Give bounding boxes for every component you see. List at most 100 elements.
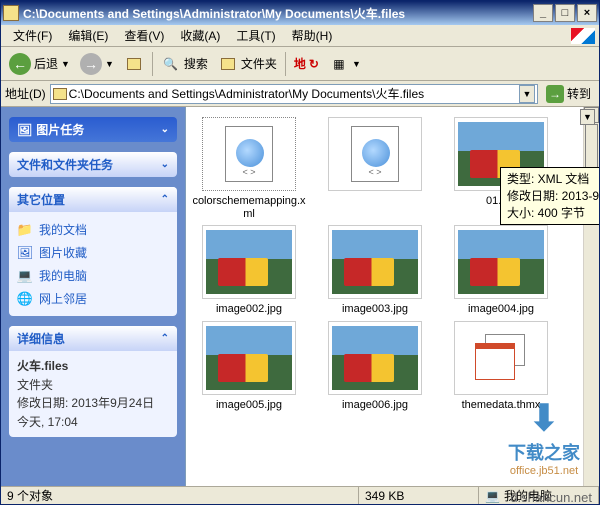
thumbnail <box>328 225 422 299</box>
menu-file[interactable]: 文件(F) <box>5 25 60 46</box>
thumbnail <box>454 225 548 299</box>
go-button[interactable]: → 转到 <box>542 83 595 105</box>
panel-header[interactable]: 文件和文件夹任务 ⌄ <box>9 152 177 177</box>
back-label: 后退 <box>34 55 58 72</box>
tooltip-type: 类型: XML 文档 <box>507 171 599 188</box>
train-icon <box>458 230 544 294</box>
file-item[interactable] <box>316 117 434 221</box>
maximize-button[interactable]: □ <box>555 4 575 22</box>
views-icon: ▦ <box>329 54 349 74</box>
file-item[interactable]: themedata.thmx <box>442 321 560 412</box>
folders-label: 文件夹 <box>241 55 277 72</box>
folders-icon <box>218 54 238 74</box>
forward-icon: → <box>80 53 102 75</box>
address-input[interactable] <box>69 87 517 101</box>
status-bar: 9 个对象 349 KB 💻 我的电脑 <box>1 486 599 504</box>
body: 🖼图片任务 ⌄ 文件和文件夹任务 ⌄ 其它位置 ⌃ 📁我的文档 🖼图片收藏 <box>1 107 599 486</box>
folders-button[interactable]: 文件夹 <box>214 52 281 76</box>
window-title: C:\Documents and Settings\Administrator\… <box>23 5 533 22</box>
computer-icon: 💻 <box>485 489 500 503</box>
tooltip-size: 大小: 400 字节 <box>507 205 599 222</box>
picture-icon: 🖼 <box>17 245 33 261</box>
panel-header[interactable]: 详细信息 ⌃ <box>9 326 177 351</box>
panel-picture-tasks: 🖼图片任务 ⌄ <box>9 117 177 142</box>
toolbar: ← 后退 ▼ → ▼ 🔍 搜索 文件夹 地↻ ▦ ▼ <box>1 47 599 81</box>
thumbnail <box>202 225 296 299</box>
vertical-scrollbar[interactable]: ▲ ▼ <box>583 107 599 486</box>
panel-other-places: 其它位置 ⌃ 📁我的文档 🖼图片收藏 💻我的电脑 🌐网上邻居 <box>9 187 177 316</box>
train-icon <box>206 326 292 390</box>
file-item[interactable]: image004.jpg <box>442 225 560 316</box>
panel-header[interactable]: 其它位置 ⌃ <box>9 187 177 212</box>
panel-title: 图片任务 <box>36 121 84 138</box>
file-name: image004.jpg <box>442 303 560 316</box>
xml-icon <box>351 126 399 182</box>
thumbnail <box>328 321 422 395</box>
menu-favorites[interactable]: 收藏(A) <box>172 25 228 46</box>
address-dropdown[interactable]: ▼ <box>519 85 535 103</box>
watermark-url-2: d.shancun.net <box>510 490 592 505</box>
xml-icon <box>225 126 273 182</box>
folder-icon: 📁 <box>17 222 33 238</box>
minimize-button[interactable]: _ <box>533 4 553 22</box>
train-icon <box>206 230 292 294</box>
place-pictures[interactable]: 🖼图片收藏 <box>17 241 169 264</box>
file-item[interactable]: image002.jpg <box>190 225 308 316</box>
up-button[interactable] <box>120 52 148 76</box>
menu-help[interactable]: 帮助(H) <box>284 25 341 46</box>
thumbnail <box>328 117 422 191</box>
menu-tools[interactable]: 工具(T) <box>228 25 283 46</box>
thumbnail <box>454 321 548 395</box>
panel-file-tasks: 文件和文件夹任务 ⌄ <box>9 152 177 177</box>
file-item[interactable]: image005.jpg <box>190 321 308 412</box>
thumbnail <box>202 321 296 395</box>
computer-icon: 💻 <box>17 268 33 284</box>
menubar: 文件(F) 编辑(E) 查看(V) 收藏(A) 工具(T) 帮助(H) <box>1 25 599 47</box>
file-item[interactable]: colorschememapping.xml <box>190 117 308 221</box>
menu-edit[interactable]: 编辑(E) <box>60 25 116 46</box>
address-bar: 地址(D) ▼ → 转到 <box>1 81 599 107</box>
address-label: 地址(D) <box>5 85 46 102</box>
go-icon: → <box>546 85 564 103</box>
chevron-down-icon: ⌄ <box>161 124 169 135</box>
place-my-computer[interactable]: 💻我的电脑 <box>17 264 169 287</box>
file-item[interactable]: image006.jpg <box>316 321 434 412</box>
separator <box>152 52 153 76</box>
titlebar[interactable]: C:\Documents and Settings\Administrator\… <box>1 1 599 25</box>
explorer-window: C:\Documents and Settings\Administrator\… <box>0 0 600 505</box>
address-go-button[interactable]: 地↻ <box>290 53 323 74</box>
sidebar: 🖼图片任务 ⌄ 文件和文件夹任务 ⌄ 其它位置 ⌃ 📁我的文档 🖼图片收藏 <box>1 107 186 486</box>
file-name: image002.jpg <box>190 303 308 316</box>
panel-title: 详细信息 <box>17 330 65 347</box>
file-name: image005.jpg <box>190 399 308 412</box>
go-label: 转到 <box>567 85 591 102</box>
search-icon: 🔍 <box>161 54 181 74</box>
place-network[interactable]: 🌐网上邻居 <box>17 287 169 310</box>
file-name: image006.jpg <box>316 399 434 412</box>
file-name: image003.jpg <box>316 303 434 316</box>
place-my-documents[interactable]: 📁我的文档 <box>17 218 169 241</box>
back-button[interactable]: ← 后退 ▼ <box>5 51 74 77</box>
status-size: 349 KB <box>359 487 479 504</box>
scroll-down-button[interactable]: ▼ <box>580 109 595 125</box>
file-grid: colorschememapping.xml01.jpgimage002.jpg… <box>186 107 599 422</box>
thumbnail <box>202 117 296 191</box>
chevron-up-icon: ⌃ <box>161 194 169 205</box>
network-icon: 🌐 <box>17 291 33 307</box>
menu-view[interactable]: 查看(V) <box>116 25 172 46</box>
content-pane[interactable]: colorschememapping.xml01.jpgimage002.jpg… <box>186 107 599 486</box>
folder-icon <box>53 88 67 100</box>
forward-button[interactable]: → ▼ <box>76 51 118 77</box>
chevron-up-icon: ⌃ <box>161 333 169 344</box>
windows-flag-icon <box>571 28 595 44</box>
close-button[interactable]: × <box>577 4 597 22</box>
panel-header[interactable]: 🖼图片任务 ⌄ <box>9 117 177 142</box>
address-input-wrap[interactable]: ▼ <box>50 84 538 104</box>
thmx-icon <box>473 334 529 382</box>
detail-name: 火车.files <box>17 359 68 373</box>
views-button[interactable]: ▦ ▼ <box>325 52 365 76</box>
folder-icon <box>3 5 19 21</box>
file-item[interactable]: image003.jpg <box>316 225 434 316</box>
search-button[interactable]: 🔍 搜索 <box>157 52 212 76</box>
file-tooltip: 类型: XML 文档 修改日期: 2013-9-24 17:04 大小: 400… <box>500 167 599 225</box>
